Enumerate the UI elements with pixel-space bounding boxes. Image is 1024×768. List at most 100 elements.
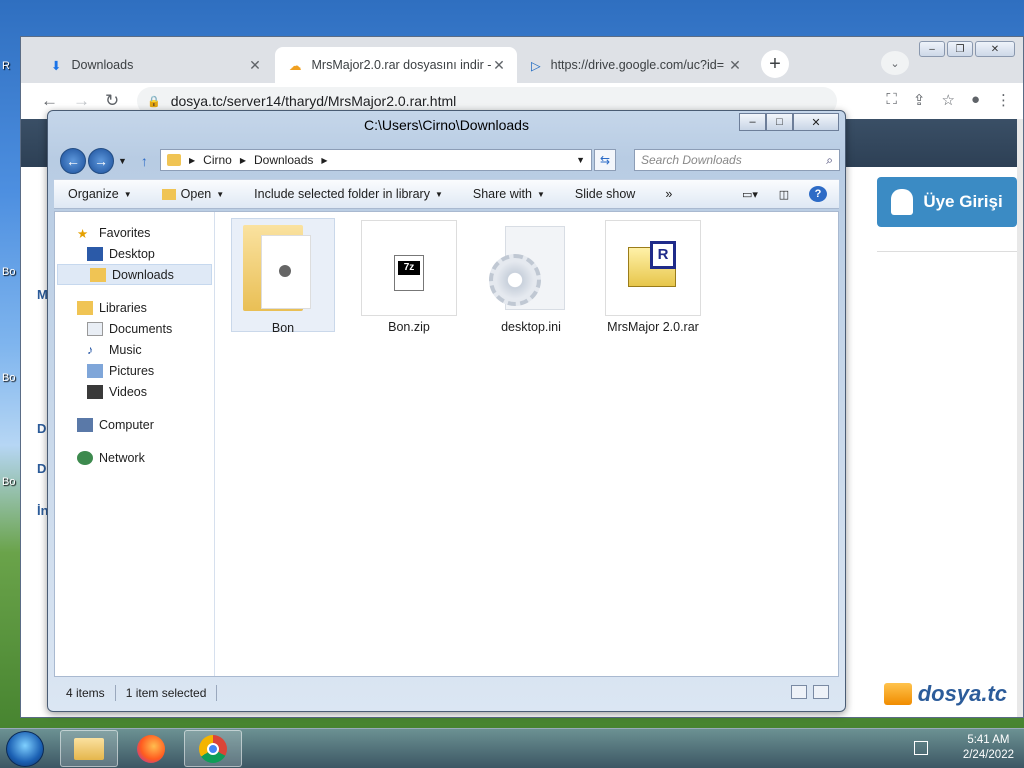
user-icon <box>891 189 914 215</box>
organize-button[interactable]: Organize ▼ <box>68 187 132 201</box>
desktop-icon-label[interactable]: Bo <box>2 476 15 488</box>
command-bar: Organize ▼ Open ▼ Include selected folder … <box>54 179 839 209</box>
recent-pages-icon[interactable]: ▼ <box>118 156 127 166</box>
slide-show-button[interactable]: Slide show <box>575 187 635 201</box>
tab-title: Downloads <box>71 58 134 72</box>
back-button[interactable]: ← <box>60 148 86 174</box>
nav-pictures[interactable]: Pictures <box>55 360 214 381</box>
up-arrow-icon[interactable]: ↑ <box>141 153 148 169</box>
nav-computer[interactable]: Computer <box>55 414 214 435</box>
back-arrow-icon[interactable]: ← <box>41 91 58 111</box>
dropdown-icon[interactable]: ▼ <box>576 155 585 165</box>
page-text: D <box>37 421 47 436</box>
file-item[interactable]: R MrsMajor 2.0.rar <box>601 218 705 334</box>
search-input[interactable]: Search Downloads ⌕ <box>634 149 840 171</box>
preview-pane-icon[interactable]: ◫ <box>775 186 793 202</box>
change-view-icon[interactable]: ▭▾ <box>741 186 759 202</box>
network-tray-icon[interactable] <box>914 741 928 755</box>
profile-icon[interactable]: ● <box>971 91 980 109</box>
file-name: Bon.zip <box>388 320 430 334</box>
logo-text: dosya.tc <box>917 681 1007 706</box>
tab-drive[interactable]: ▷ https://drive.google.com/uc?id= ✕ <box>517 47 753 83</box>
taskbar-explorer[interactable] <box>60 730 118 767</box>
close-icon[interactable]: ✕ <box>727 57 743 74</box>
clock[interactable]: 5:41 AM 2/24/2022 <box>963 733 1014 763</box>
7z-archive-icon: 7z <box>361 220 457 316</box>
documents-icon <box>87 321 103 336</box>
pictures-icon <box>87 363 103 378</box>
status-bar: 4 items 1 item selected <box>54 681 839 705</box>
firefox-icon <box>137 734 165 763</box>
translate-icon[interactable]: ⛶ <box>886 91 897 109</box>
new-tab-button[interactable]: + <box>761 50 789 78</box>
share-icon[interactable]: ⇪ <box>913 91 926 109</box>
search-icon: ⌕ <box>826 152 833 167</box>
close-icon[interactable]: ✕ <box>491 57 507 74</box>
nav-favorites[interactable]: ★ Favorites <box>55 222 214 243</box>
nav-network[interactable]: Network <box>55 447 214 468</box>
details-view-icon[interactable] <box>791 685 807 699</box>
explorer-body: ★ Favorites Desktop Downloads Libraries D… <box>54 211 839 677</box>
music-icon: ♪ <box>87 342 94 357</box>
network-icon <box>77 450 93 465</box>
search-placeholder: Search Downloads <box>641 153 742 167</box>
minimize-button[interactable]: – <box>919 41 945 57</box>
nav-downloads[interactable]: Downloads <box>57 264 212 285</box>
login-label: Üye Girişi <box>923 192 1003 211</box>
close-button[interactable]: ✕ <box>975 41 1015 57</box>
nav-music[interactable]: ♪ Music <box>55 339 214 360</box>
forward-button[interactable]: → <box>88 148 114 174</box>
close-button[interactable]: ✕ <box>793 113 839 131</box>
tab-title: https://drive.google.com/uc?id= <box>550 58 724 72</box>
star-icon[interactable]: ☆ <box>941 91 954 109</box>
help-icon[interactable]: ? <box>809 186 827 202</box>
refresh-button[interactable]: ⇆ <box>594 149 616 171</box>
taskbar: 5:41 AM 2/24/2022 <box>0 728 1024 768</box>
nav-desktop[interactable]: Desktop <box>55 243 214 264</box>
rar-archive-icon: R <box>605 220 701 316</box>
include-in-library-button[interactable]: Include selected folder in library ▼ <box>254 187 443 201</box>
nav-libraries[interactable]: Libraries <box>55 297 214 318</box>
window-controls: – □ ✕ <box>739 113 839 131</box>
tab-downloads[interactable]: ⬇ Downloads ✕ <box>37 47 273 83</box>
nav-documents[interactable]: Documents <box>55 318 214 339</box>
taskbar-chrome[interactable] <box>184 730 242 767</box>
maximize-button[interactable]: ❐ <box>947 41 973 57</box>
menu-icon[interactable]: ⋮ <box>996 91 1011 109</box>
dosya-logo[interactable]: dosya.tc <box>883 681 1007 707</box>
large-icons-view-icon[interactable] <box>813 685 829 699</box>
minimize-button[interactable]: – <box>739 113 766 131</box>
desktop-icon-label[interactable]: Bo <box>2 372 15 384</box>
file-item[interactable]: Bon <box>231 218 335 335</box>
start-button[interactable] <box>6 731 44 767</box>
taskbar-firefox[interactable] <box>122 730 180 767</box>
tab-strip: ⬇ Downloads ✕ ☁ MrsMajor2.0.rar dosyasın… <box>21 37 1023 83</box>
nav-videos[interactable]: Videos <box>55 381 214 402</box>
login-button[interactable]: Üye Girişi <box>877 177 1017 227</box>
desktop-icon-label[interactable]: Bo <box>2 266 15 278</box>
videos-icon <box>87 384 103 399</box>
maximize-button[interactable]: □ <box>766 113 793 131</box>
breadcrumb-item[interactable]: Downloads <box>254 153 313 167</box>
close-icon[interactable]: ✕ <box>247 57 263 74</box>
forward-arrow-icon[interactable]: → <box>73 91 90 111</box>
drive-favicon: ▷ <box>531 58 541 73</box>
file-name: MrsMajor 2.0.rar <box>607 320 699 334</box>
downloads-folder-icon <box>90 267 106 282</box>
file-view: Bon 7z Bon.zip desktop.ini R MrsMajor 2.… <box>217 212 838 676</box>
tab-dosya[interactable]: ☁ MrsMajor2.0.rar dosyasını indir - ✕ <box>275 47 517 83</box>
file-item[interactable]: 7z Bon.zip <box>357 218 461 334</box>
tab-search-button[interactable]: ⌄ <box>881 51 909 75</box>
breadcrumb-item[interactable]: Cirno <box>203 153 232 167</box>
libraries-icon <box>77 300 93 315</box>
open-button[interactable]: Open ▼ <box>161 187 224 201</box>
reload-icon[interactable]: ↻ <box>105 91 119 111</box>
star-icon: ★ <box>77 226 89 241</box>
address-bar[interactable]: ▶ Cirno ▶ Downloads ▶ ▼ <box>160 149 592 171</box>
share-with-button[interactable]: Share with ▼ <box>473 187 545 201</box>
page-scrollbar[interactable] <box>1017 119 1023 717</box>
more-commands-button[interactable]: » <box>665 187 672 201</box>
window-controls: – ❐ ✕ <box>919 41 1015 57</box>
file-item[interactable]: desktop.ini <box>479 218 583 334</box>
desktop-icon-label: R <box>2 60 10 72</box>
